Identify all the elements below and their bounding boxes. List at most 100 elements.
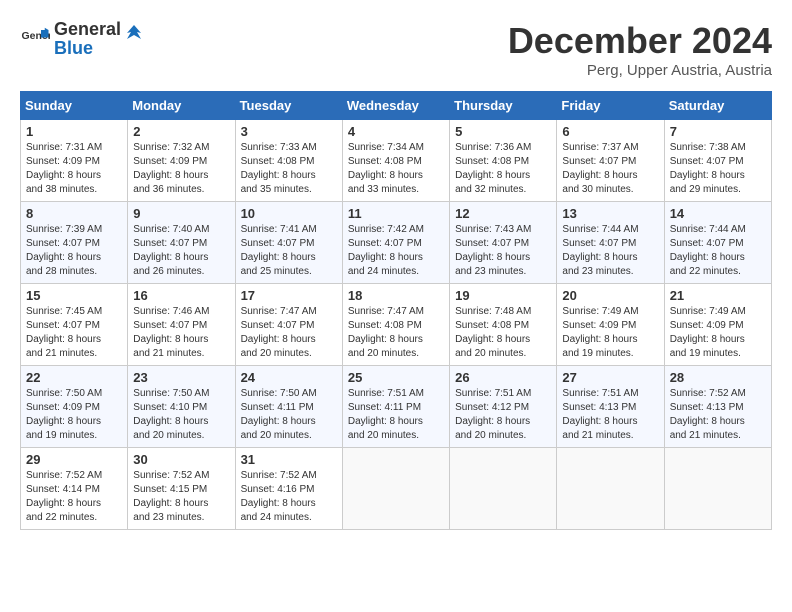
calendar-table: Sunday Monday Tuesday Wednesday Thursday… — [20, 91, 772, 530]
calendar-cell: 6 Sunrise: 7:37 AM Sunset: 4:07 PM Daylig… — [557, 120, 664, 202]
day-number: 26 — [455, 370, 551, 385]
calendar-cell: 31 Sunrise: 7:52 AM Sunset: 4:16 PM Dayli… — [235, 448, 342, 530]
day-number: 15 — [26, 288, 122, 303]
calendar-cell: 17 Sunrise: 7:47 AM Sunset: 4:07 PM Dayli… — [235, 284, 342, 366]
day-info: Sunrise: 7:41 AM Sunset: 4:07 PM Dayligh… — [241, 223, 337, 279]
calendar-week-4: 22 Sunrise: 7:50 AM Sunset: 4:09 PM Dayli… — [21, 366, 772, 448]
day-number: 2 — [133, 124, 229, 139]
calendar-cell: 23 Sunrise: 7:50 AM Sunset: 4:10 PM Dayli… — [128, 366, 235, 448]
day-info: Sunrise: 7:49 AM Sunset: 4:09 PM Dayligh… — [670, 305, 766, 361]
day-number: 21 — [670, 288, 766, 303]
calendar-cell: 18 Sunrise: 7:47 AM Sunset: 4:08 PM Dayli… — [342, 284, 449, 366]
day-info: Sunrise: 7:48 AM Sunset: 4:08 PM Dayligh… — [455, 305, 551, 361]
month-title: December 2024 — [508, 20, 772, 62]
day-info: Sunrise: 7:52 AM Sunset: 4:16 PM Dayligh… — [241, 469, 337, 525]
day-info: Sunrise: 7:32 AM Sunset: 4:09 PM Dayligh… — [133, 141, 229, 197]
day-number: 10 — [241, 206, 337, 221]
calendar-cell: 25 Sunrise: 7:51 AM Sunset: 4:11 PM Dayli… — [342, 366, 449, 448]
day-info: Sunrise: 7:47 AM Sunset: 4:07 PM Dayligh… — [241, 305, 337, 361]
day-info: Sunrise: 7:44 AM Sunset: 4:07 PM Dayligh… — [670, 223, 766, 279]
day-number: 24 — [241, 370, 337, 385]
day-number: 6 — [562, 124, 658, 139]
day-number: 12 — [455, 206, 551, 221]
day-number: 30 — [133, 452, 229, 467]
day-info: Sunrise: 7:36 AM Sunset: 4:08 PM Dayligh… — [455, 141, 551, 197]
day-info: Sunrise: 7:43 AM Sunset: 4:07 PM Dayligh… — [455, 223, 551, 279]
day-number: 16 — [133, 288, 229, 303]
calendar-cell: 3 Sunrise: 7:33 AM Sunset: 4:08 PM Daylig… — [235, 120, 342, 202]
calendar-cell: 5 Sunrise: 7:36 AM Sunset: 4:08 PM Daylig… — [450, 120, 557, 202]
day-info: Sunrise: 7:51 AM Sunset: 4:12 PM Dayligh… — [455, 387, 551, 443]
day-number: 23 — [133, 370, 229, 385]
day-number: 14 — [670, 206, 766, 221]
calendar-week-3: 15 Sunrise: 7:45 AM Sunset: 4:07 PM Dayli… — [21, 284, 772, 366]
calendar-cell: 30 Sunrise: 7:52 AM Sunset: 4:15 PM Dayli… — [128, 448, 235, 530]
day-info: Sunrise: 7:46 AM Sunset: 4:07 PM Dayligh… — [133, 305, 229, 361]
calendar-cell: 21 Sunrise: 7:49 AM Sunset: 4:09 PM Dayli… — [664, 284, 771, 366]
logo: General General Blue — [20, 20, 145, 59]
day-info: Sunrise: 7:47 AM Sunset: 4:08 PM Dayligh… — [348, 305, 444, 361]
day-info: Sunrise: 7:44 AM Sunset: 4:07 PM Dayligh… — [562, 223, 658, 279]
day-info: Sunrise: 7:52 AM Sunset: 4:15 PM Dayligh… — [133, 469, 229, 525]
day-info: Sunrise: 7:50 AM Sunset: 4:10 PM Dayligh… — [133, 387, 229, 443]
day-number: 22 — [26, 370, 122, 385]
day-info: Sunrise: 7:39 AM Sunset: 4:07 PM Dayligh… — [26, 223, 122, 279]
calendar-cell: 2 Sunrise: 7:32 AM Sunset: 4:09 PM Daylig… — [128, 120, 235, 202]
col-monday: Monday — [128, 92, 235, 120]
title-section: December 2024 Perg, Upper Austria, Austr… — [508, 20, 772, 79]
calendar-cell: 27Sunrise: 7:51 AM Sunset: 4:13 PM Dayli… — [557, 366, 664, 448]
calendar-cell: 7Sunrise: 7:38 AM Sunset: 4:07 PM Daylig… — [664, 120, 771, 202]
day-number: 18 — [348, 288, 444, 303]
day-info: Sunrise: 7:50 AM Sunset: 4:09 PM Dayligh… — [26, 387, 122, 443]
day-number: 9 — [133, 206, 229, 221]
calendar-cell: 26 Sunrise: 7:51 AM Sunset: 4:12 PM Dayli… — [450, 366, 557, 448]
calendar-cell — [342, 448, 449, 530]
day-number: 5 — [455, 124, 551, 139]
day-number: 13 — [562, 206, 658, 221]
day-info: Sunrise: 7:51 AM Sunset: 4:11 PM Dayligh… — [348, 387, 444, 443]
calendar-cell: 14 Sunrise: 7:44 AM Sunset: 4:07 PM Dayli… — [664, 202, 771, 284]
calendar-week-2: 8Sunrise: 7:39 AM Sunset: 4:07 PM Daylig… — [21, 202, 772, 284]
day-info: Sunrise: 7:50 AM Sunset: 4:11 PM Dayligh… — [241, 387, 337, 443]
day-info: Sunrise: 7:33 AM Sunset: 4:08 PM Dayligh… — [241, 141, 337, 197]
calendar-cell: 16 Sunrise: 7:46 AM Sunset: 4:07 PM Dayli… — [128, 284, 235, 366]
calendar-cell: 8Sunrise: 7:39 AM Sunset: 4:07 PM Daylig… — [21, 202, 128, 284]
col-tuesday: Tuesday — [235, 92, 342, 120]
day-number: 19 — [455, 288, 551, 303]
day-number: 11 — [348, 206, 444, 221]
day-number: 29 — [26, 452, 122, 467]
day-info: Sunrise: 7:49 AM Sunset: 4:09 PM Dayligh… — [562, 305, 658, 361]
calendar-cell: 1Sunrise: 7:31 AM Sunset: 4:09 PM Daylig… — [21, 120, 128, 202]
location-title: Perg, Upper Austria, Austria — [508, 62, 772, 79]
day-number: 31 — [241, 452, 337, 467]
col-friday: Friday — [557, 92, 664, 120]
day-number: 17 — [241, 288, 337, 303]
day-number: 20 — [562, 288, 658, 303]
col-thursday: Thursday — [450, 92, 557, 120]
day-number: 3 — [241, 124, 337, 139]
day-number: 28 — [670, 370, 766, 385]
day-info: Sunrise: 7:38 AM Sunset: 4:07 PM Dayligh… — [670, 141, 766, 197]
day-number: 4 — [348, 124, 444, 139]
day-info: Sunrise: 7:52 AM Sunset: 4:13 PM Dayligh… — [670, 387, 766, 443]
calendar-cell — [450, 448, 557, 530]
day-number: 25 — [348, 370, 444, 385]
day-info: Sunrise: 7:42 AM Sunset: 4:07 PM Dayligh… — [348, 223, 444, 279]
calendar-cell: 22 Sunrise: 7:50 AM Sunset: 4:09 PM Dayli… — [21, 366, 128, 448]
header: General General Blue December 2024 Perg,… — [20, 20, 772, 79]
col-wednesday: Wednesday — [342, 92, 449, 120]
calendar-cell: 19 Sunrise: 7:48 AM Sunset: 4:08 PM Dayli… — [450, 284, 557, 366]
col-sunday: Sunday — [21, 92, 128, 120]
day-info: Sunrise: 7:37 AM Sunset: 4:07 PM Dayligh… — [562, 141, 658, 197]
calendar-cell: 20 Sunrise: 7:49 AM Sunset: 4:09 PM Dayli… — [557, 284, 664, 366]
day-info: Sunrise: 7:45 AM Sunset: 4:07 PM Dayligh… — [26, 305, 122, 361]
calendar-cell: 28 Sunrise: 7:52 AM Sunset: 4:13 PM Dayli… — [664, 366, 771, 448]
calendar-cell: 13 Sunrise: 7:44 AM Sunset: 4:07 PM Dayli… — [557, 202, 664, 284]
logo-blue-text: Blue — [54, 39, 145, 59]
calendar-cell: 4Sunrise: 7:34 AM Sunset: 4:08 PM Daylig… — [342, 120, 449, 202]
calendar-week-1: 1Sunrise: 7:31 AM Sunset: 4:09 PM Daylig… — [21, 120, 772, 202]
calendar-cell: 12 Sunrise: 7:43 AM Sunset: 4:07 PM Dayli… — [450, 202, 557, 284]
calendar-cell: 15 Sunrise: 7:45 AM Sunset: 4:07 PM Dayli… — [21, 284, 128, 366]
calendar-cell: 11 Sunrise: 7:42 AM Sunset: 4:07 PM Dayli… — [342, 202, 449, 284]
logo-icon: General — [20, 24, 50, 54]
